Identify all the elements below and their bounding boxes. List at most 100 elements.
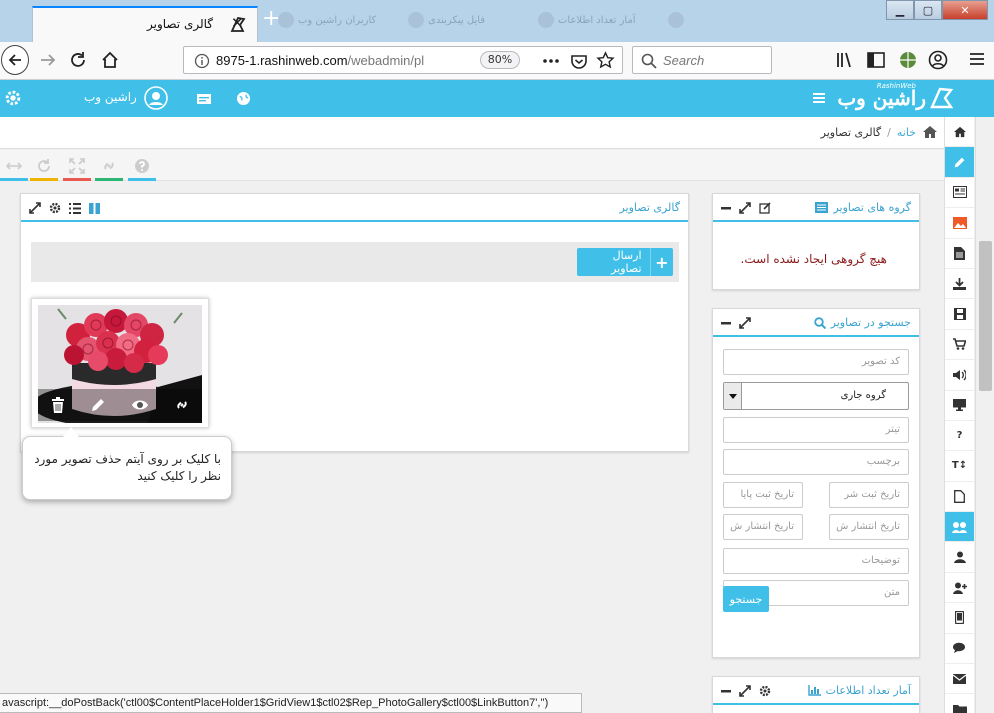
url-bar[interactable]: 8975-1.rashinweb.com/webadmin/pl 80% [183, 46, 623, 74]
inactive-tab[interactable]: آمار تعداد اطلاعات [530, 6, 660, 34]
image-search-panel-header: جستجو در تصاویر [713, 309, 919, 337]
sidebar-item-pages[interactable] [945, 482, 974, 513]
gear-icon[interactable] [49, 202, 61, 214]
dropdown-arrow-icon[interactable] [724, 383, 742, 409]
publish-start-date-input[interactable]: تاریخ انتشار ش [829, 514, 909, 540]
menu-button[interactable] [968, 50, 986, 68]
search-bar[interactable]: Search [632, 46, 772, 74]
id-card-icon [197, 94, 211, 104]
expand-icon[interactable] [29, 202, 41, 214]
minus-icon[interactable] [721, 318, 731, 328]
sidebar-item-audio[interactable] [945, 360, 974, 391]
publish-end-date-input[interactable]: تاریخ انتشار ش [723, 514, 803, 540]
sidebar-item-home[interactable] [945, 117, 974, 148]
sidebar-item-documents[interactable] [945, 239, 974, 269]
zoom-indicator[interactable]: 80% [480, 51, 520, 69]
forward-button[interactable] [38, 50, 58, 70]
breadcrumb-home-link[interactable]: خانه [897, 126, 916, 139]
toolstrip-help-button[interactable] [128, 150, 156, 181]
sidebar-item-edit[interactable] [945, 147, 974, 178]
tab-close-icon[interactable]: ✕ [231, 14, 244, 32]
sidebar-item-videos[interactable] [945, 299, 974, 330]
new-tab-button[interactable]: + [262, 8, 280, 30]
sidebar-item-display[interactable] [945, 391, 974, 421]
sidebar-item-gallery[interactable] [945, 512, 974, 543]
home-outline-icon [102, 51, 118, 68]
toolstrip-link-button[interactable] [95, 150, 123, 181]
sidebar-item-users[interactable] [945, 542, 974, 573]
toolstrip-swap-button[interactable] [0, 150, 28, 181]
maximize-button[interactable]: ▢ [914, 0, 942, 20]
inactive-tab[interactable] [660, 6, 840, 34]
title-input[interactable]: تیتر [723, 417, 909, 443]
page-scrollbar[interactable] [975, 117, 994, 713]
toolstrip-bar [30, 178, 58, 181]
expand-icon[interactable] [739, 685, 751, 697]
add-user-icon [952, 582, 967, 594]
search-button[interactable]: جستجو [723, 586, 769, 612]
settings-button[interactable] [4, 89, 22, 107]
sidebar-item-comments[interactable] [945, 634, 974, 665]
sidebar-item-mobile[interactable] [945, 603, 974, 634]
minus-icon[interactable] [721, 686, 731, 696]
sidebar-toggle-button[interactable] [866, 50, 886, 70]
website-button[interactable] [236, 91, 251, 106]
group-select[interactable]: گروه جاری [723, 382, 909, 410]
cards-button[interactable] [196, 92, 212, 106]
expand-icon[interactable] [739, 202, 751, 214]
brand-logo[interactable]: راشین وب RashinWeb [837, 82, 954, 110]
register-end-date-input[interactable]: تاریخ ثبت پایا [723, 482, 803, 508]
toolstrip-fullscreen-button[interactable] [63, 150, 91, 181]
minus-icon[interactable] [721, 203, 731, 213]
upload-images-button[interactable]: + ارسال تصاویر [577, 248, 673, 276]
tooltip-text: با کلیک بر روی آیتم حذف تصویر مورد نظر ر… [34, 452, 221, 483]
extension-button[interactable] [898, 50, 918, 70]
sidebar-item-typography[interactable]: T↕ [945, 451, 974, 482]
sidebar-item-mail[interactable] [945, 664, 974, 695]
sidebar-item-faq[interactable]: ? [945, 421, 974, 452]
pencil-icon[interactable] [90, 397, 106, 413]
image-groups-panel-title: گروه های تصاویر [833, 201, 911, 214]
account-button[interactable] [928, 50, 948, 70]
back-button[interactable] [1, 45, 29, 75]
tag-input[interactable]: برچسب [723, 449, 909, 475]
photo-card[interactable] [31, 298, 209, 428]
inactive-tab[interactable]: کاربران راشین وب [270, 6, 400, 34]
inactive-tab-title: آمار تعداد اطلاعات [558, 14, 636, 26]
register-end-placeholder: تاریخ ثبت پایا [740, 489, 794, 500]
window-close-button[interactable]: ✕ [942, 0, 988, 20]
user-name[interactable]: راشین وب [84, 90, 137, 104]
sidebar-item-shop[interactable] [945, 330, 974, 361]
sidebar-item-images[interactable] [945, 208, 974, 239]
edit-icon[interactable] [759, 202, 771, 214]
gear-icon[interactable] [759, 685, 771, 697]
minimize-button[interactable]: ▁ [886, 0, 914, 20]
reload-button[interactable] [68, 50, 88, 70]
eye-icon[interactable] [131, 399, 149, 411]
toolstrip-refresh-button[interactable] [30, 150, 58, 181]
url-domain: 8975-1.rashinweb.com [216, 53, 348, 68]
image-code-input[interactable]: کد تصویر [723, 349, 909, 375]
inactive-tab[interactable]: فایل پیکربندی [400, 6, 530, 34]
user-avatar[interactable] [144, 86, 168, 110]
grid-view-icon[interactable] [89, 202, 100, 214]
register-start-date-input[interactable]: تاریخ ثبت شر [829, 482, 909, 508]
library-button[interactable] [834, 50, 854, 70]
menu-toggle-button[interactable] [812, 91, 826, 105]
link-icon[interactable] [174, 397, 190, 413]
sidebar-item-add-user[interactable] [945, 573, 974, 604]
scrollbar-thumb[interactable] [979, 241, 992, 391]
active-tab[interactable]: گالری تصاویر ✕ [32, 6, 258, 42]
sidebar-item-news[interactable] [945, 178, 974, 209]
home-button[interactable] [100, 50, 120, 70]
description-input[interactable]: توضیحات [723, 548, 909, 574]
sidebar-item-files[interactable] [945, 694, 974, 713]
brand-subtitle: RashinWeb [876, 82, 916, 90]
trash-icon[interactable] [51, 397, 65, 413]
list-view-icon[interactable] [69, 202, 81, 214]
sidebar-item-downloads[interactable] [945, 269, 974, 300]
expand-icon[interactable] [739, 317, 751, 329]
image-code-placeholder: کد تصویر [861, 356, 900, 367]
image-groups-panel-header: گروه های تصاویر [713, 194, 919, 222]
inactive-tab-title: کاربران راشین وب [298, 14, 377, 26]
